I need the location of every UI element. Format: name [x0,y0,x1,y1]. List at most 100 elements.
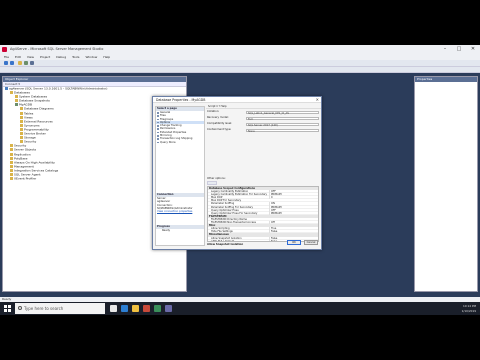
dialog-left-panel: Select a page General Files Filegroups Opti… [155,106,205,246]
clock-date: 1/10/2019 [461,309,476,313]
grid-property-row[interactable]: FILESTREAM Non-Transacted Access Off [208,221,318,225]
save-icon[interactable] [30,61,34,65]
menu-item-debug[interactable]: Debug [56,55,66,59]
page-query-store[interactable]: Query Store [156,141,204,144]
folder-icon [10,91,13,95]
folder-icon [20,123,23,127]
grid-property-name: Hide File Settings [211,230,233,234]
option-field-row: Collation: SQL_Latin1_General_CP1_CI_AS [207,110,319,115]
sort-options-toolbar[interactable] [207,181,217,185]
option-field-label: Compatibility level: [207,122,233,125]
grid-property-name: ANSI NULL Default [211,239,235,242]
dialog-title-text: Database Properties - MyAGDB [156,98,206,102]
maximize-button[interactable]: □ [452,45,466,54]
task-view-icon[interactable] [110,305,117,312]
folder-icon [20,140,23,144]
folder-icon [10,148,13,152]
folder-icon [10,172,13,176]
option-field-value[interactable]: Full [246,116,319,121]
windows-start-icon[interactable] [4,305,11,312]
property-description: Allow Snapshot Isolation [207,243,244,246]
grid-property-name: FILESTREAM Non-Transacted Access [211,221,256,225]
close-window-button[interactable]: ✕ [466,45,480,54]
option-field-value[interactable]: SQL_Latin1_General_CP1_CI_AS [246,110,319,115]
script-help-toolbar[interactable]: Script ▾ ? Help [206,104,321,109]
folder-icon [10,152,13,156]
grid-property-name: Query Optimizer Fixes For Secondary [211,211,258,215]
menu-item-edit[interactable]: Edit [15,55,21,59]
view-connection-properties-link[interactable]: View connection properties [156,210,204,213]
app2-taskbar-icon[interactable] [165,305,172,312]
properties-pane: Properties [414,76,478,292]
menu-item-window[interactable]: Window [86,55,98,59]
forward-icon[interactable] [10,61,14,65]
grid-property-row[interactable]: ANSI NULL Default False [208,239,318,242]
open-icon[interactable] [24,61,28,65]
folder-icon [20,107,23,111]
folder-icon [20,132,23,136]
secondary-toolbar [0,67,480,73]
menu-item-help[interactable]: Help [103,55,110,59]
window-titlebar: Ag4Serve - Microsoft SQL Server Manageme… [0,45,480,54]
folder-icon [15,95,18,99]
new-query-icon[interactable] [18,61,22,65]
option-field-label: Containment type: [207,128,232,131]
menu-item-view[interactable]: View [27,55,34,59]
ok-button[interactable]: OK [287,240,301,245]
connection-info: Server: ag4server Connection: SQLTABWWin\Ad… [156,197,204,210]
progress-status: Ready [162,229,171,232]
menu-item-tools[interactable]: Tools [72,55,79,59]
ssms-logo-icon [2,47,7,52]
main-toolbar [0,60,480,67]
system-tray-clock[interactable]: 10:14 PM 1/10/2019 [436,303,476,314]
back-icon[interactable] [4,61,8,65]
folder-icon [10,164,13,168]
folder-icon [20,136,23,140]
ssms-taskbar-icon[interactable] [143,305,150,312]
dialog-title: Database Properties - MyAGDB ✕ [153,97,321,103]
option-field-value[interactable]: SQL Server 2017 (140) [246,122,319,127]
windows-taskbar: Type here to search 10:14 PM 1/10/2019 [0,302,480,315]
folder-icon [10,156,13,160]
option-field-row: Compatibility level: SQL Server 2017 (140… [207,122,319,127]
folder-icon [20,127,23,131]
desktop-screen: Ag4Serve - Microsoft SQL Server Manageme… [0,45,480,315]
menu-item-file[interactable]: File [4,55,9,59]
grid-property-value[interactable]: False [269,230,277,234]
grid-property-value[interactable]: False [269,239,277,241]
database-properties-dialog: Database Properties - MyAGDB ✕ Select a … [152,96,322,250]
page-list: General Files Filegroups Options Change Trac… [156,111,204,144]
app-taskbar-icon[interactable] [154,305,161,312]
grid-property-row[interactable]: Hide File Settings False [208,230,318,234]
folder-icon [20,111,23,115]
menu-item-project[interactable]: Project [40,55,50,59]
folder-icon [10,144,13,148]
folder-icon [20,119,23,123]
option-field-label: Collation: [207,110,220,113]
search-placeholder: Type here to search [24,306,64,311]
option-field-value[interactable]: None [246,128,319,133]
taskbar-search-input[interactable]: Type here to search [15,303,105,314]
options-property-grid[interactable]: Database Scoped Configurations Legacy Car… [207,186,319,242]
folder-icon [15,99,18,103]
properties-title: Properties [415,77,477,82]
window-title: Ag4Serve - Microsoft SQL Server Manageme… [10,47,104,51]
other-options-label: Other options: [207,177,226,180]
grid-property-row[interactable]: Query Optimizer Fixes For Secondary PRIMA… [208,211,318,215]
option-field-row: Containment type: None [207,128,319,133]
edge-icon[interactable] [121,305,128,312]
folder-icon [20,115,23,119]
minimize-button[interactable]: – [438,45,452,54]
search-icon [18,306,22,310]
cancel-button[interactable]: Cancel [304,240,318,245]
database-icon [15,103,18,107]
folder-icon [10,160,13,164]
dialog-close-button[interactable]: ✕ [316,97,319,103]
file-explorer-icon[interactable] [132,305,139,312]
tree-node-label: XEvent Profiler [14,176,37,181]
grid-property-value[interactable]: PRIMARY [269,211,282,215]
option-field-row: Recovery model: Full [207,116,319,121]
folder-icon [10,168,13,172]
grid-property-value[interactable]: Off [269,221,275,225]
server-icon [5,87,8,90]
